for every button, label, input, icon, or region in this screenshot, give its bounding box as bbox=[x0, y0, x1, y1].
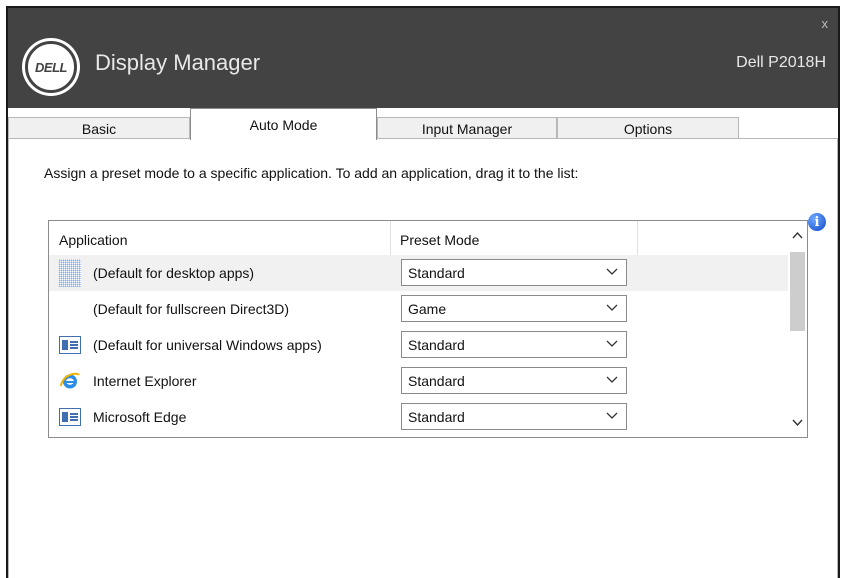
list-header: Application Preset Mode bbox=[49, 221, 789, 255]
chevron-down-icon bbox=[606, 304, 618, 311]
preset-mode-dropdown[interactable]: Game bbox=[401, 295, 627, 322]
column-header-preset-mode[interactable]: Preset Mode bbox=[400, 232, 479, 248]
tab-bar: Basic Auto Mode Input Manager Options i bbox=[8, 108, 838, 231]
preset-mode-dropdown[interactable]: Standard bbox=[401, 259, 627, 286]
preset-mode-dropdown[interactable]: Standard bbox=[401, 331, 627, 358]
window-app-icon bbox=[59, 408, 81, 426]
list-item[interactable]: (Default for fullscreen Direct3D) Game bbox=[49, 291, 789, 327]
vertical-scrollbar[interactable] bbox=[788, 221, 807, 437]
application-name: (Default for desktop apps) bbox=[93, 265, 255, 281]
tab-basic[interactable]: Basic bbox=[8, 117, 190, 139]
list-item[interactable]: (Default for desktop apps) Standard bbox=[49, 255, 789, 291]
dell-logo: DELL bbox=[22, 38, 80, 96]
chevron-down-icon bbox=[606, 340, 618, 347]
chevron-down-icon bbox=[606, 268, 618, 275]
column-header-application[interactable]: Application bbox=[59, 232, 128, 248]
scroll-up-icon[interactable] bbox=[792, 231, 803, 239]
tab-input-manager[interactable]: Input Manager bbox=[377, 117, 557, 139]
list-item[interactable]: Internet Explorer Standard bbox=[49, 363, 789, 399]
application-list[interactable]: Application Preset Mode (Default for des… bbox=[48, 220, 808, 438]
display-manager-window: DELL Display Manager Dell P2018H x Basic… bbox=[6, 6, 840, 578]
desktop-grid-icon bbox=[59, 259, 81, 287]
monitor-model: Dell P2018H bbox=[736, 54, 826, 71]
instruction-text: Assign a preset mode to a specific appli… bbox=[44, 165, 579, 181]
chevron-down-icon bbox=[606, 412, 618, 419]
title-bar: DELL Display Manager Dell P2018H x bbox=[8, 8, 838, 108]
application-name: Internet Explorer bbox=[93, 373, 197, 389]
tab-options[interactable]: Options bbox=[557, 117, 739, 139]
list-item[interactable]: (Default for universal Windows apps) Sta… bbox=[49, 327, 789, 363]
preset-mode-dropdown[interactable]: Standard bbox=[401, 367, 627, 394]
app-title: Display Manager bbox=[95, 50, 261, 75]
scroll-down-icon[interactable] bbox=[792, 419, 803, 427]
application-name: Microsoft Edge bbox=[93, 409, 187, 425]
list-item[interactable]: Microsoft Edge Standard bbox=[49, 399, 789, 435]
auto-mode-panel: Assign a preset mode to a specific appli… bbox=[8, 139, 838, 578]
column-divider bbox=[637, 221, 638, 255]
window-app-icon bbox=[59, 336, 81, 354]
application-name: (Default for fullscreen Direct3D) bbox=[93, 301, 290, 317]
close-button[interactable]: x bbox=[822, 16, 829, 31]
application-name: (Default for universal Windows apps) bbox=[93, 337, 322, 353]
tab-auto-mode[interactable]: Auto Mode bbox=[190, 108, 377, 140]
scrollbar-thumb[interactable] bbox=[790, 252, 805, 331]
column-divider bbox=[390, 221, 391, 255]
chevron-down-icon bbox=[606, 376, 618, 383]
preset-mode-dropdown[interactable]: Standard bbox=[401, 403, 627, 430]
internet-explorer-icon bbox=[60, 372, 80, 389]
